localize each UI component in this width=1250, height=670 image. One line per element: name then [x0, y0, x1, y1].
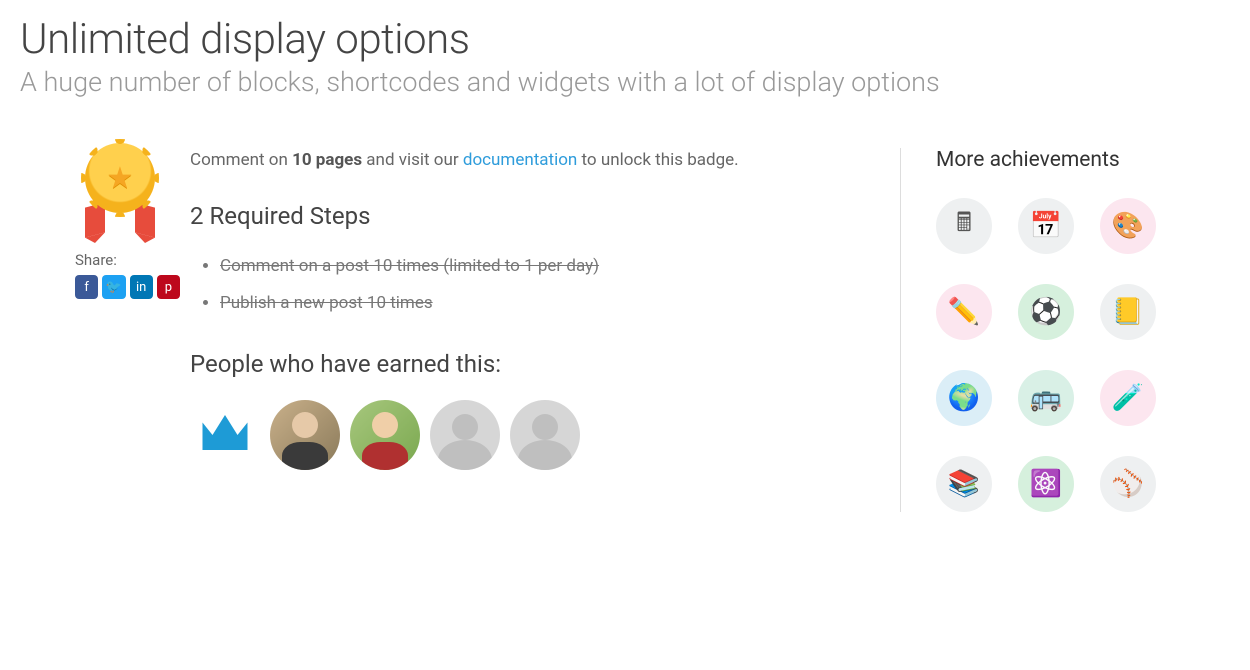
earner-avatar-placeholder[interactable] — [430, 400, 500, 470]
achievement-soccer-icon[interactable]: ⚽ — [1018, 284, 1074, 340]
achievement-calendar-icon[interactable]: 📅 — [1018, 198, 1074, 254]
share-twitter-button[interactable]: 🐦 — [102, 275, 125, 299]
achievement-atom-icon[interactable]: ⚛️ — [1018, 456, 1074, 512]
main-column: Comment on 10 pages and visit our docume… — [180, 148, 900, 512]
badge-intro: Comment on 10 pages and visit our docume… — [190, 148, 870, 174]
share-row: f🐦inp — [75, 275, 180, 299]
share-facebook-button[interactable]: f — [75, 275, 98, 299]
share-pinterest-button[interactable]: p — [157, 275, 180, 299]
documentation-link[interactable]: documentation — [463, 150, 577, 170]
achievements-grid: 🖩 📅 🎨 ✏️ ⚽ 📒 🌍 🚌 🧪 📚 ⚛️ ⚾ — [936, 198, 1230, 512]
share-label: Share: — [75, 251, 180, 269]
earned-heading: People who have earned this: — [190, 350, 870, 378]
achievement-calculator-icon[interactable]: 🖩 — [936, 198, 992, 254]
achievement-baseball-icon[interactable]: ⚾ — [1100, 456, 1156, 512]
earner-avatar[interactable] — [350, 400, 420, 470]
achievement-bus-icon[interactable]: 🚌 — [1018, 370, 1074, 426]
steps-heading: 2 Required Steps — [190, 202, 870, 230]
step-item: Comment on a post 10 times (limited to 1… — [220, 248, 870, 285]
left-column: ★ Share: f🐦inp — [20, 148, 180, 512]
achievement-books-icon[interactable]: 📚 — [936, 456, 992, 512]
earner-avatar-placeholder[interactable] — [510, 400, 580, 470]
earners-row — [190, 400, 870, 470]
intro-mid: and visit our — [362, 150, 463, 170]
achievement-globe-icon[interactable]: 🌍 — [936, 370, 992, 426]
intro-suffix: to unlock this badge. — [577, 150, 738, 170]
earner-avatar[interactable] — [270, 400, 340, 470]
step-item: Publish a new post 10 times — [220, 285, 870, 322]
content: ★ Share: f🐦inp Comment on 10 pages and v… — [20, 148, 1230, 512]
badge-medal-icon: ★ — [75, 143, 165, 233]
achievement-pencil-icon[interactable]: ✏️ — [936, 284, 992, 340]
achievement-notebook-icon[interactable]: 📒 — [1100, 284, 1156, 340]
achievement-palette-icon[interactable]: 🎨 — [1100, 198, 1156, 254]
intro-bold: 10 pages — [292, 150, 362, 170]
share-linkedin-button[interactable]: in — [130, 275, 153, 299]
steps-list: Comment on a post 10 times (limited to 1… — [220, 248, 870, 323]
achievement-tube-icon[interactable]: 🧪 — [1100, 370, 1156, 426]
intro-prefix: Comment on — [190, 150, 292, 170]
crown-icon[interactable] — [190, 400, 260, 470]
page-subtitle: A huge number of blocks, shortcodes and … — [20, 66, 1230, 98]
sidebar-title: More achievements — [936, 148, 1230, 172]
page-title: Unlimited display options — [20, 15, 1230, 64]
sidebar: More achievements 🖩 📅 🎨 ✏️ ⚽ 📒 🌍 🚌 🧪 📚 ⚛️ ⚾ — [900, 148, 1230, 512]
